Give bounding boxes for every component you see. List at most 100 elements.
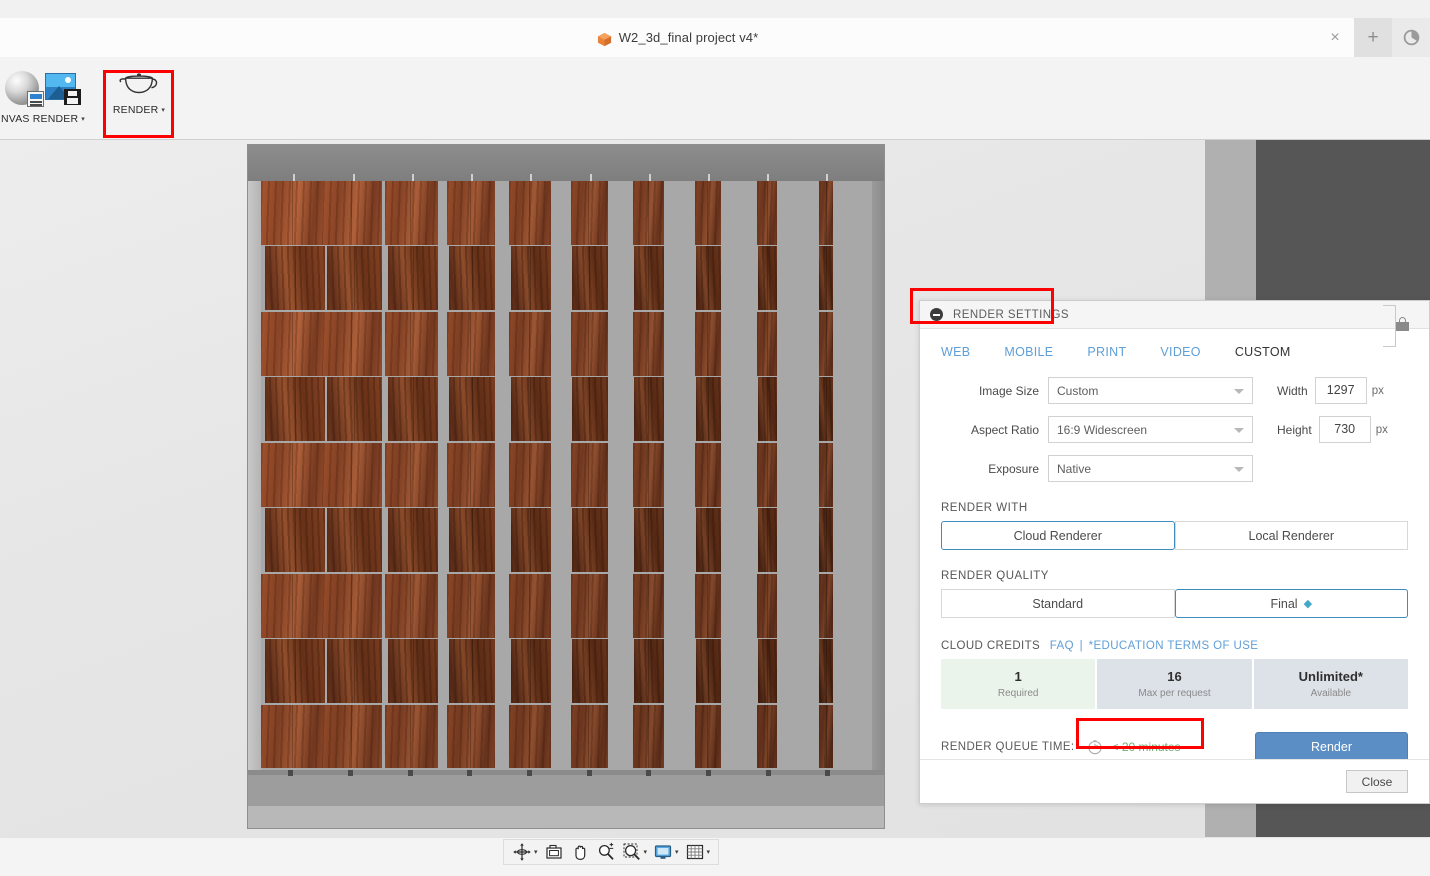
faq-link[interactable]: FAQ: [1050, 640, 1074, 652]
tab-custom[interactable]: CUSTOM: [1235, 345, 1291, 359]
wood-panel: [695, 181, 721, 245]
wood-panel: [757, 442, 777, 507]
zoom-window-tool[interactable]: ▾: [620, 841, 650, 863]
wood-panel: [323, 442, 382, 507]
aspect-ratio-label: Aspect Ratio: [970, 422, 1039, 437]
close-panel-button[interactable]: Close: [1346, 770, 1408, 793]
wood-panel: [695, 508, 721, 573]
wood-panel: [261, 181, 326, 245]
credits-available-box: Unlimited* Available: [1253, 659, 1408, 709]
wood-panel: [695, 573, 721, 638]
image-size-row: Image Size Custom Width 1297 px: [941, 377, 1408, 404]
orbit-tool[interactable]: ▾: [510, 841, 540, 863]
panel-foot: [825, 770, 831, 776]
credits-available-value: Unlimited*: [1298, 669, 1363, 684]
render-quality-group: Standard Final ◆: [941, 589, 1408, 618]
wood-panel: [447, 704, 495, 769]
dimension-lock[interactable]: [1383, 301, 1409, 353]
wood-panel: [819, 442, 834, 507]
tab-print[interactable]: PRINT: [1087, 345, 1126, 359]
panel-column: [261, 174, 326, 776]
width-unit: px: [1371, 384, 1384, 397]
render-queue-label: RENDER QUEUE TIME:: [941, 741, 1075, 753]
wood-panel: [757, 181, 777, 245]
wood-panel: [634, 639, 665, 704]
wood-panel: [633, 181, 665, 245]
viewport-3d[interactable]: ▾ ▾ ▾ ▾ RENDER SETTINGS WEB MOBILE PRINT…: [0, 140, 1430, 876]
wood-panel: [385, 311, 439, 376]
wood-panel: [695, 311, 721, 376]
wood-panel: [510, 246, 552, 311]
wood-panel: [757, 639, 777, 704]
zoom-tool[interactable]: [594, 841, 618, 863]
panel-column: [571, 174, 608, 776]
wood-panel: [265, 639, 326, 704]
credits-required-box: 1 Required: [941, 659, 1096, 709]
wood-panel: [261, 311, 326, 376]
wood-panel: [819, 573, 834, 638]
cube-icon: [597, 32, 612, 47]
wood-panel: [571, 573, 608, 638]
wood-panel: [757, 311, 777, 376]
panel-foot: [407, 770, 413, 776]
wood-panel: [323, 573, 382, 638]
floor: [248, 770, 884, 828]
grid-icon: [686, 844, 703, 860]
render-button[interactable]: RENDER ▾: [105, 67, 173, 116]
application-window: W2_3d_final project v4* × + NVAS RENDER …: [0, 0, 1430, 876]
wood-panel: [695, 377, 721, 442]
close-tab-button[interactable]: ×: [1316, 18, 1354, 57]
preset-tabs: WEB MOBILE PRINT VIDEO CUSTOM: [941, 345, 1408, 359]
render-settings-header[interactable]: RENDER SETTINGS: [920, 301, 1429, 329]
display-settings-tool[interactable]: ▾: [651, 841, 681, 863]
document-title-text: W2_3d_final project v4*: [618, 30, 759, 45]
wood-panel: [633, 442, 665, 507]
chevron-down-icon: [1234, 388, 1244, 394]
app-menu-button[interactable]: [1392, 18, 1430, 57]
final-quality-option[interactable]: Final ◆: [1174, 589, 1408, 618]
minus-circle-icon[interactable]: [930, 308, 943, 321]
local-renderer-option[interactable]: Local Renderer: [1174, 521, 1408, 550]
exposure-label: Exposure: [988, 461, 1039, 476]
render-submit-button[interactable]: Render: [1255, 732, 1408, 762]
tab-web[interactable]: WEB: [941, 345, 970, 359]
wood-panel: [323, 181, 382, 245]
render-material-sphere-icon: [5, 71, 44, 107]
ceiling-beam: [248, 145, 884, 181]
canvas-render-button[interactable]: NVAS RENDER ▾: [0, 65, 92, 125]
wood-panel: [261, 573, 326, 638]
tab-video[interactable]: VIDEO: [1160, 345, 1200, 359]
aspect-ratio-select[interactable]: 16:9 Widescreen: [1048, 416, 1253, 443]
exposure-select[interactable]: Native: [1048, 455, 1253, 482]
wood-panel: [757, 704, 777, 769]
credits-available-label: Available: [1310, 688, 1352, 699]
render-settings-panel: RENDER SETTINGS WEB MOBILE PRINT VIDEO C…: [919, 300, 1430, 804]
new-tab-button[interactable]: +: [1354, 18, 1392, 57]
pan-tool[interactable]: [568, 841, 592, 863]
camera-icon: [545, 844, 562, 859]
wood-panel: [819, 377, 834, 442]
wood-panel: [695, 704, 721, 769]
gem-icon: ◆: [1303, 598, 1313, 610]
look-at-tool[interactable]: [542, 841, 566, 863]
model-wooden-panel-screen[interactable]: [248, 145, 884, 828]
width-input[interactable]: 1297: [1314, 377, 1367, 404]
tab-mobile[interactable]: MOBILE: [1004, 345, 1053, 359]
wood-panel: [385, 181, 439, 245]
grid-settings-tool[interactable]: ▾: [683, 841, 713, 863]
height-input[interactable]: 730: [1318, 416, 1371, 443]
render-with-group: Cloud Renderer Local Renderer: [941, 521, 1408, 550]
standard-quality-option[interactable]: Standard: [941, 589, 1175, 618]
wood-panel: [326, 508, 382, 573]
wood-panel: [571, 442, 608, 507]
ribbon-toolbar: NVAS RENDER ▾ RENDER ▾: [0, 57, 1430, 140]
credits-required-label: Required: [997, 688, 1039, 699]
cloud-renderer-option[interactable]: Cloud Renderer: [941, 521, 1175, 550]
final-quality-label: Final: [1270, 596, 1298, 611]
wood-panel: [387, 639, 439, 704]
wood-panel: [509, 181, 552, 245]
wood-panel: [326, 639, 382, 704]
image-size-select[interactable]: Custom: [1048, 377, 1253, 404]
exposure-row: Exposure Native: [941, 455, 1408, 482]
education-terms-link[interactable]: *EDUCATION TERMS OF USE: [1089, 640, 1259, 652]
